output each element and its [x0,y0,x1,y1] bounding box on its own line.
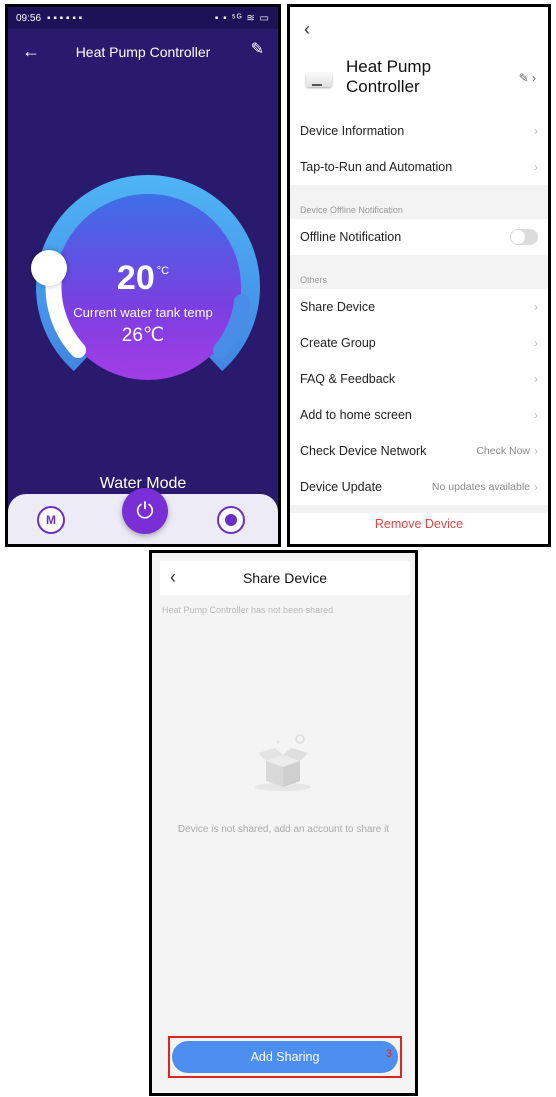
menu-create-group[interactable]: Create Group › [290,325,548,361]
empty-state-text: Device is not shared, add an account to … [177,824,390,835]
power-button[interactable]: ⏻ [122,488,168,534]
back-chevron-icon[interactable]: ‹ [170,567,176,588]
divider [290,505,548,513]
chevron-right-icon: › [534,444,538,458]
share-device-screen: ‹ Share Device Heat Pump Controller has … [149,550,418,1096]
edit-name-icon[interactable]: ✎ › [519,71,536,85]
menu-label: Create Group [300,336,376,350]
empty-box-icon [255,734,311,791]
chevron-right-icon: › [534,336,538,350]
section-label: Device Offline Notification [300,205,403,215]
menu-label: Add to home screen [300,408,412,422]
section-offline: Device Offline Notification [290,185,548,219]
power-icon: ⏻ [136,498,154,523]
section-others: Others [290,255,548,289]
menu-add-home-screen[interactable]: Add to home screen › [290,397,548,433]
menu-label: FAQ & Feedback [300,372,396,386]
menu-share-device[interactable]: Share Device › [290,289,548,325]
chevron-right-icon: › [534,124,538,138]
share-header: ‹ Share Device [160,561,410,595]
back-arrow-icon[interactable]: ← [22,41,40,62]
chevron-right-icon: › [534,480,538,494]
section-label: Others [300,275,328,285]
menu-faq-feedback[interactable]: FAQ & Feedback › [290,361,548,397]
device-header: Heat Pump Controller ✎ › [290,53,548,113]
menu-device-information[interactable]: Device Information › [290,113,548,149]
chevron-right-icon: › [534,372,538,386]
page-title: Heat Pump Controller [75,44,211,60]
chevron-right-icon: › [534,160,538,174]
timer-button[interactable] [217,506,245,534]
menu-offline-notification[interactable]: Offline Notification [290,219,548,255]
app-header: ← Heat Pump Controller ✎ [8,29,278,75]
notification-icons: ▪ ▪ ▪ ▪ ▪ ▪ [47,12,83,24]
chevron-right-icon: › [534,300,538,314]
check-now-link[interactable]: Check Now [476,445,530,457]
offline-notification-toggle[interactable] [510,229,538,245]
status-time: 09:56 [16,12,42,24]
add-sharing-highlight: Add Sharing 3 [168,1036,402,1078]
menu-label: Device Information [300,124,405,138]
menu-label: Check Device Network [300,444,427,458]
current-temp-value: 26℃ [121,325,165,346]
edit-icon[interactable]: ✎ [251,39,264,59]
timer-icon [225,514,237,526]
menu-label: Offline Notification [300,230,402,244]
menu-label: Tap-to-Run and Automation [300,160,453,174]
bottom-control-bar: M ⏻ [8,488,278,544]
set-temperature-value: 20 [116,259,155,297]
page-title: Share Device [242,570,328,586]
device-settings-screen: ‹ Heat Pump Controller ✎ › Device Inform… [287,4,551,547]
mode-button[interactable]: M [37,506,65,534]
update-status: No updates available [431,481,530,493]
set-temperature-unit: °C [156,265,170,277]
menu-tap-to-run[interactable]: Tap-to-Run and Automation › [290,149,548,185]
set-temperature: 20 °C [8,259,278,298]
share-status-notice: Heat Pump Controller has not been shared [162,605,334,615]
system-icons: ▪ ▪ ⁵ᴳ ≋ ▭ [214,12,270,24]
add-sharing-button[interactable]: Add Sharing [172,1041,398,1073]
menu-label: Share Device [300,300,376,314]
heat-pump-control-screen: 09:56 ▪ ▪ ▪ ▪ ▪ ▪ ▪ ▪ ⁵ᴳ ≋ ▭ ← Heat Pump… [5,4,281,547]
menu-label: Device Update [300,480,382,494]
remove-device-button[interactable]: Remove Device [290,517,548,531]
toggle-thumb [511,230,525,244]
menu-check-network[interactable]: Check Device Network Check Now › [290,433,548,469]
current-temp-label: Current water tank temp [73,305,213,320]
menu-device-update[interactable]: Device Update No updates available › [290,469,548,505]
back-chevron-icon[interactable]: ‹ [304,19,310,40]
status-bar: 09:56 ▪ ▪ ▪ ▪ ▪ ▪ ▪ ▪ ⁵ᴳ ≋ ▭ [8,7,278,29]
step-number: 3 [385,1048,392,1060]
device-thumbnail-icon [306,73,332,87]
chevron-right-icon: › [534,408,538,422]
device-name: Heat Pump Controller [346,57,432,96]
